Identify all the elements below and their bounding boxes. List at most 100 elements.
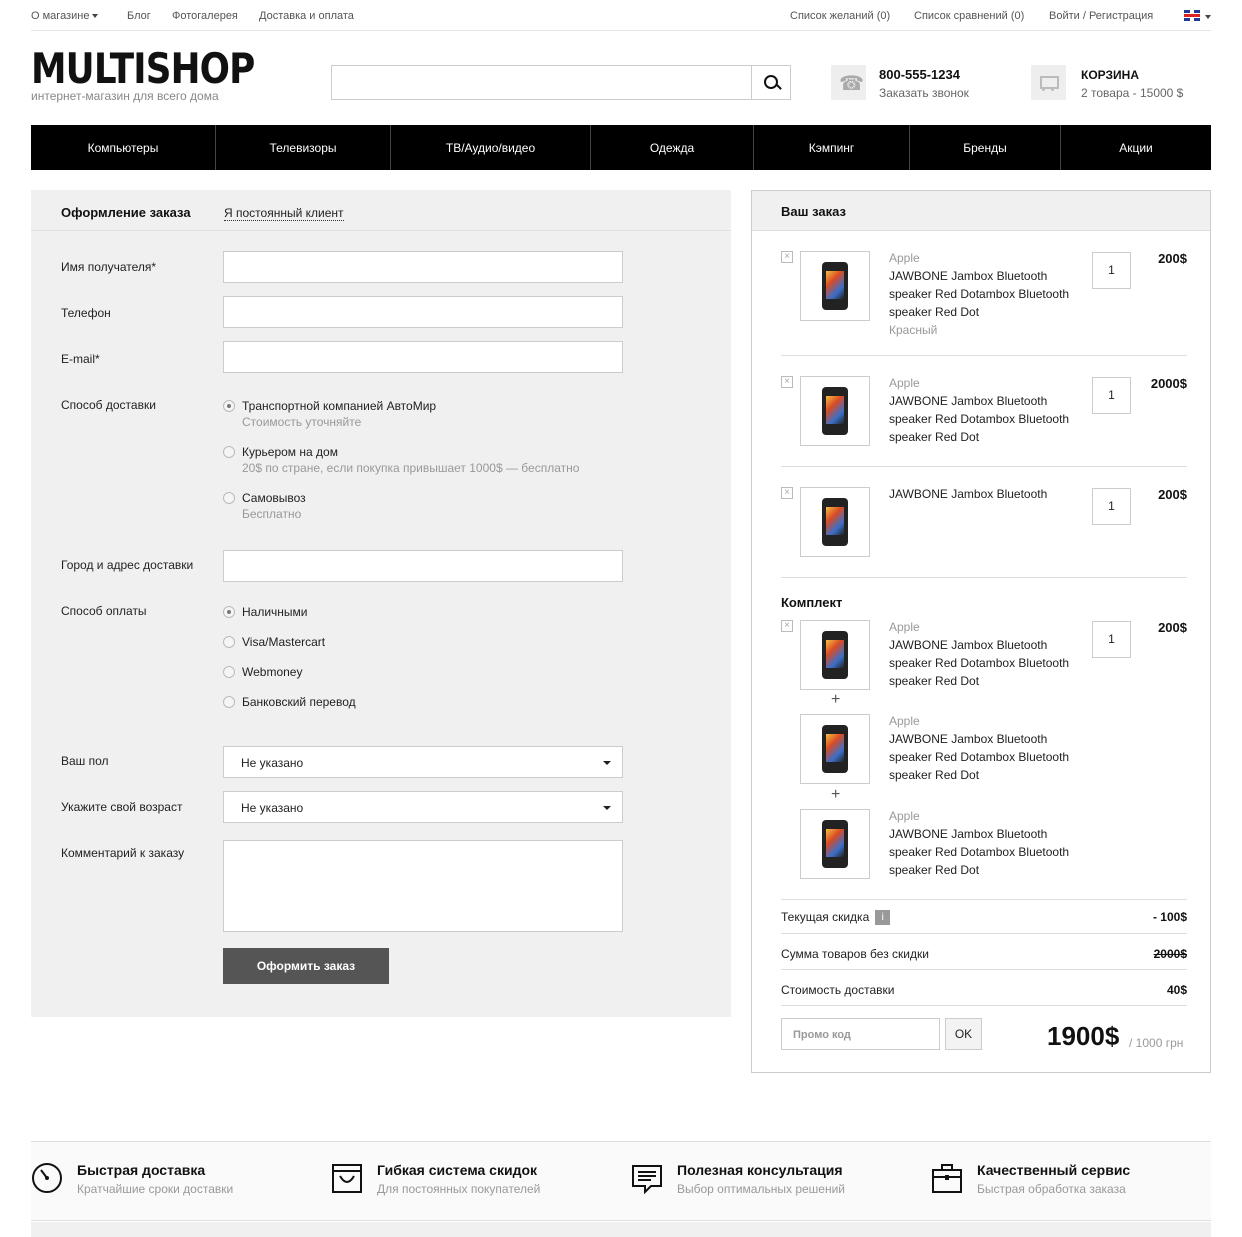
product-price: 2000$ <box>1150 376 1187 391</box>
delivery-radio-transport[interactable] <box>223 400 235 412</box>
nav-item-computers[interactable]: Компьютеры <box>31 125 216 170</box>
payment-radio-cash[interactable] <box>223 606 235 618</box>
chevron-down-icon <box>603 761 611 765</box>
remove-icon[interactable]: × <box>781 251 793 263</box>
nav-item-tv-audio-video[interactable]: ТВ/Аудио/видео <box>391 125 591 170</box>
product-brand: Apple <box>889 251 920 265</box>
shipping-row: Стоимость доставки 40$ <box>781 983 1187 997</box>
payment-option-label[interactable]: Webmoney <box>242 665 302 679</box>
cart-icon[interactable] <box>1031 65 1066 100</box>
product-name[interactable]: JAWBONE Jambox Bluetooth speaker Red Dot… <box>889 392 1079 446</box>
search-box <box>331 65 791 100</box>
quantity-input[interactable]: 1 <box>1092 252 1131 289</box>
kit-title: Комплект <box>781 595 843 610</box>
blog-link[interactable]: Блог <box>127 10 151 22</box>
subtotal-row: Сумма товаров без скидки 2000$ <box>781 947 1187 961</box>
gender-select[interactable]: Не указано <box>223 746 623 778</box>
phone-field[interactable] <box>223 296 623 328</box>
chevron-down-icon <box>603 806 611 810</box>
payment-radio-bank[interactable] <box>223 696 235 708</box>
payment-option-label[interactable]: Наличными <box>242 605 308 619</box>
product-brand: Apple <box>889 376 920 390</box>
product-thumbnail[interactable] <box>800 809 870 879</box>
cart-summary[interactable]: 2 товара - 15000 $ <box>1081 86 1183 100</box>
product-name[interactable]: JAWBONE Jambox Bluetooth speaker Red Dot… <box>889 636 1079 690</box>
phone-label: Телефон <box>61 306 111 320</box>
name-label: Имя получателя* <box>61 260 157 274</box>
wishlist-link[interactable]: Список желаний (0) <box>790 10 890 22</box>
product-thumbnail[interactable] <box>800 487 870 557</box>
product-thumbnail[interactable] <box>800 620 870 690</box>
nav-item-clothing[interactable]: Одежда <box>591 125 754 170</box>
order-header: Ваш заказ <box>752 191 1210 231</box>
phone-number: 800-555-1234 <box>879 67 960 82</box>
delivery-option-note: Бесплатно <box>242 507 302 521</box>
feature-subtitle: Выбор оптимальных решений <box>677 1182 845 1196</box>
gallery-link[interactable]: Фотогалерея <box>172 10 238 22</box>
product-thumbnail[interactable] <box>800 376 870 446</box>
logo[interactable]: MULTISHOP <box>31 44 255 93</box>
delivery-label: Способ доставки <box>61 398 156 412</box>
payment-label: Способ оплаты <box>61 604 147 618</box>
age-select[interactable]: Не указано <box>223 791 623 823</box>
product-thumbnail[interactable] <box>800 251 870 321</box>
payment-option-label[interactable]: Visa/Mastercart <box>242 635 325 649</box>
login-link[interactable]: Войти / Регистрация <box>1049 10 1153 22</box>
delivery-radio-pickup[interactable] <box>223 492 235 504</box>
comment-field[interactable] <box>223 840 623 932</box>
search-icon[interactable] <box>751 66 790 99</box>
submit-order-button[interactable]: Оформить заказ <box>223 948 389 984</box>
phone-image <box>822 820 848 868</box>
product-name[interactable]: JAWBONE Jambox Bluetooth speaker Red Dot… <box>889 267 1079 321</box>
product-brand: Apple <box>889 714 920 728</box>
speedometer-icon <box>32 1163 62 1193</box>
nav-item-sales[interactable]: Акции <box>1061 125 1211 170</box>
chevron-down-icon[interactable] <box>1205 15 1211 19</box>
discount-label: Текущая скидка <box>781 910 870 924</box>
address-field[interactable] <box>223 550 623 582</box>
product-thumbnail[interactable] <box>800 714 870 784</box>
remove-icon[interactable]: × <box>781 376 793 388</box>
uk-flag-icon[interactable] <box>1184 10 1200 21</box>
delivery-radio-courier[interactable] <box>223 446 235 458</box>
quantity-input[interactable]: 1 <box>1092 377 1131 414</box>
gender-value: Не указано <box>241 756 304 770</box>
order-total-uah: / 1000 грн <box>1129 1036 1184 1050</box>
nav-item-brands[interactable]: Бренды <box>910 125 1061 170</box>
delivery-option-label[interactable]: Самовывоз <box>242 491 306 505</box>
nav-item-camping[interactable]: Кэмпинг <box>754 125 910 170</box>
product-price: 200$ <box>1158 251 1187 266</box>
callback-link[interactable]: Заказать звонок <box>879 86 969 100</box>
delivery-option-label[interactable]: Курьером на дом <box>242 445 338 459</box>
regular-client-link[interactable]: Я постоянный клиент <box>224 206 344 221</box>
remove-icon[interactable]: × <box>781 487 793 499</box>
compare-link[interactable]: Список сравнений (0) <box>914 10 1024 22</box>
product-color: Красный <box>889 323 938 337</box>
promo-code-input[interactable]: Промо код <box>781 1018 940 1050</box>
quantity-input[interactable]: 1 <box>1092 621 1131 658</box>
product-name[interactable]: JAWBONE Jambox Bluetooth speaker Red Dot… <box>889 825 1079 879</box>
apply-promo-button[interactable]: OK <box>945 1018 982 1050</box>
subtotal-value: 2000$ <box>1153 947 1187 961</box>
plus-icon: + <box>831 786 841 803</box>
about-menu[interactable]: О магазине <box>31 10 99 22</box>
payment-radio-card[interactable] <box>223 636 235 648</box>
product-name[interactable]: JAWBONE Jambox Bluetooth speaker Red Dot… <box>889 730 1079 784</box>
remove-icon[interactable]: × <box>781 620 793 632</box>
plus-icon: + <box>831 691 841 708</box>
nav-item-tv[interactable]: Телевизоры <box>216 125 391 170</box>
product-brand: Apple <box>889 620 920 634</box>
cart-title[interactable]: КОРЗИНА <box>1081 68 1139 82</box>
info-icon[interactable]: i <box>875 910 891 926</box>
quantity-input[interactable]: 1 <box>1092 488 1131 525</box>
feature-title: Быстрая доставка <box>77 1162 206 1178</box>
payment-radio-webmoney[interactable] <box>223 666 235 678</box>
delivery-option-label[interactable]: Транспортной компанией АвтоМир <box>242 399 436 413</box>
product-name[interactable]: JAWBONE Jambox Bluetooth <box>889 485 1079 503</box>
name-field[interactable] <box>223 251 623 283</box>
delivery-link[interactable]: Доставка и оплата <box>259 10 354 22</box>
payment-option-label[interactable]: Банковский перевод <box>242 695 356 709</box>
search-input[interactable] <box>332 66 752 99</box>
email-field[interactable] <box>223 341 623 373</box>
order-title: Ваш заказ <box>781 204 846 219</box>
